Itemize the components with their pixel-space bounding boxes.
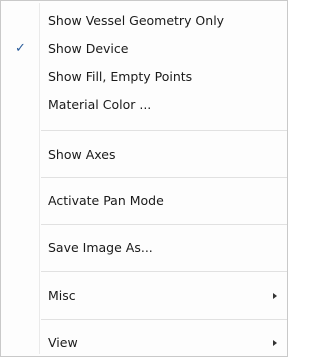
checkmark-icon: ✓ xyxy=(15,41,26,56)
menu-item-show-vessel-geometry-only[interactable]: Show Vessel Geometry Only xyxy=(3,9,285,33)
menu-item-view[interactable]: View xyxy=(3,331,285,355)
menu-item-save-image-as[interactable]: Save Image As... xyxy=(3,236,285,260)
submenu-arrow-icon xyxy=(273,340,277,346)
menu-item-label: Show Fill, Empty Points xyxy=(48,69,193,84)
menu-separator xyxy=(41,319,287,320)
menu-item-material-color[interactable]: Material Color ... xyxy=(3,93,285,117)
menu-item-misc[interactable]: Misc xyxy=(3,284,285,308)
menu-separator xyxy=(41,130,287,131)
menu-item-show-device[interactable]: ✓ Show Device xyxy=(3,37,285,61)
menu-separator xyxy=(41,224,287,225)
menu-item-activate-pan-mode[interactable]: Activate Pan Mode xyxy=(3,189,285,213)
menu-separator xyxy=(41,177,287,178)
menu-item-label: Show Axes xyxy=(48,147,116,162)
menu-separator xyxy=(41,271,287,272)
context-menu: Show Vessel Geometry Only ✓ Show Device … xyxy=(0,0,288,357)
menu-item-show-fill-empty-points[interactable]: Show Fill, Empty Points xyxy=(3,65,285,89)
menu-item-label: Show Vessel Geometry Only xyxy=(48,13,225,28)
menu-item-label: Activate Pan Mode xyxy=(48,193,164,208)
menu-item-label: Save Image As... xyxy=(48,240,153,255)
menu-item-label: Misc xyxy=(48,288,76,303)
submenu-arrow-icon xyxy=(273,293,277,299)
menu-item-label: Material Color ... xyxy=(48,97,152,112)
menu-item-show-axes[interactable]: Show Axes xyxy=(3,143,285,167)
menu-item-label: Show Device xyxy=(48,41,129,56)
menu-item-label: View xyxy=(48,335,78,350)
